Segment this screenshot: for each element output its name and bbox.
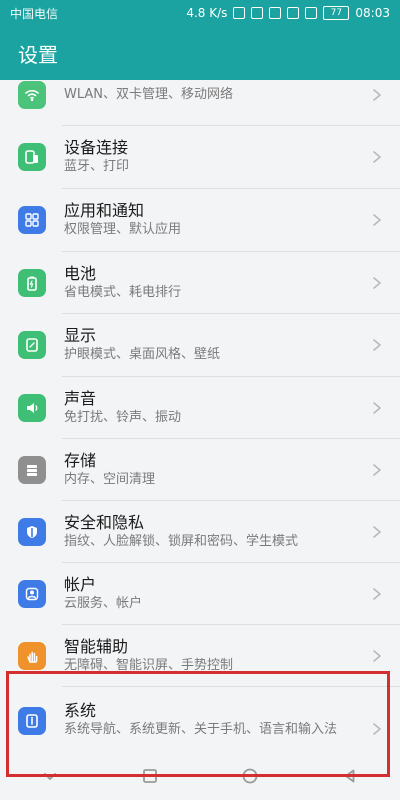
settings-item-battery[interactable]: 电池 省电模式、耗电排行	[0, 252, 400, 314]
battery-icon	[18, 269, 46, 297]
settings-item-subtitle: 免打扰、铃声、振动	[64, 410, 182, 425]
device-connection-icon	[18, 143, 46, 171]
settings-item-subtitle: 云服务、帐户	[64, 596, 143, 611]
signal-icon	[305, 7, 318, 19]
settings-item-accessibility[interactable]: 智能辅助 无障碍、智能识屏、手势控制	[0, 625, 400, 687]
status-time: 08:03	[355, 6, 390, 20]
settings-item-subtitle: 护眼模式、桌面风格、壁纸	[64, 347, 221, 362]
settings-item-title: 声音	[64, 389, 97, 408]
chevron-right-icon	[373, 723, 381, 735]
settings-item-account[interactable]: 帐户 云服务、帐户	[0, 563, 400, 625]
chevron-right-icon	[373, 588, 381, 600]
alarm-icon	[233, 7, 246, 19]
chevron-right-icon	[373, 402, 381, 414]
settings-item-subtitle: 内存、空间清理	[64, 472, 156, 487]
chevron-right-icon	[373, 464, 381, 476]
settings-title-bar: 设置	[0, 26, 400, 80]
triangle-back-icon	[345, 769, 355, 783]
settings-item-subtitle: 无障碍、智能识屏、手势控制	[64, 658, 234, 673]
settings-list[interactable]: WLAN、双卡管理、移动网络 设备连接 蓝牙、打印 应用和通知 权限管理、默认应…	[0, 80, 400, 800]
chevron-right-icon	[373, 89, 381, 101]
chevron-down-icon[interactable]	[39, 765, 61, 787]
settings-item-subtitle: 蓝牙、打印	[64, 159, 130, 174]
settings-item-title: 安全和隐私	[64, 513, 145, 532]
settings-item-title: 系统	[64, 701, 97, 720]
settings-item-device-connection[interactable]: 设备连接 蓝牙、打印	[0, 126, 400, 188]
circle-icon	[242, 768, 258, 784]
settings-item-title: 电池	[64, 264, 97, 283]
hd-icon	[251, 7, 264, 19]
home-button[interactable]	[239, 765, 261, 787]
square-icon	[143, 769, 157, 783]
account-icon	[18, 580, 46, 608]
storage-icon	[18, 456, 46, 484]
settings-item-security-privacy[interactable]: 安全和隐私 指纹、人脸解锁、锁屏和密码、学生模式	[0, 501, 400, 563]
page-title: 设置	[18, 42, 58, 67]
chevron-right-icon	[373, 151, 381, 163]
wifi-status-icon	[287, 7, 300, 19]
settings-item-title: 智能辅助	[64, 637, 129, 656]
settings-item-title: 设备连接	[64, 138, 129, 157]
hand-icon	[18, 642, 46, 670]
carrier-name: 中国电信	[10, 6, 59, 21]
settings-item-subtitle: 系统导航、系统更新、关于手机、语言和输入法	[64, 722, 338, 737]
settings-item-apps-notifications[interactable]: 应用和通知 权限管理、默认应用	[0, 189, 400, 251]
settings-item-display[interactable]: 显示 护眼模式、桌面风格、壁纸	[0, 314, 400, 376]
chevron-right-icon	[373, 214, 381, 226]
settings-item-sound[interactable]: 声音 免打扰、铃声、振动	[0, 377, 400, 439]
back-button[interactable]	[339, 765, 361, 787]
eye-icon	[269, 7, 282, 19]
sound-icon	[18, 394, 46, 422]
wifi-icon	[18, 81, 46, 109]
battery-level: 77	[330, 8, 343, 18]
settings-item-title: 帐户	[64, 575, 97, 594]
chevron-right-icon	[373, 277, 381, 289]
battery-indicator: 77	[323, 6, 350, 20]
navigation-bar	[0, 752, 400, 800]
apps-icon	[18, 206, 46, 234]
chevron-right-icon	[373, 526, 381, 538]
chevron-right-icon	[373, 650, 381, 662]
display-icon	[18, 331, 46, 359]
status-bar: 中国电信 4.8 K/s 77 08:03	[0, 0, 400, 26]
settings-item-subtitle: 省电模式、耗电排行	[64, 285, 182, 300]
settings-item-title: 应用和通知	[64, 201, 145, 220]
recent-apps-button[interactable]	[139, 765, 161, 787]
settings-item-title: 存储	[64, 451, 97, 470]
settings-item-wlan[interactable]: WLAN、双卡管理、移动网络	[0, 80, 400, 126]
settings-item-title: 显示	[64, 326, 97, 345]
settings-item-subtitle: 指纹、人脸解锁、锁屏和密码、学生模式	[64, 534, 299, 549]
network-speed: 4.8 K/s	[186, 6, 228, 20]
settings-item-storage[interactable]: 存储 内存、空间清理	[0, 439, 400, 501]
settings-item-subtitle: 权限管理、默认应用	[64, 222, 182, 237]
info-icon	[18, 707, 46, 735]
settings-item-subtitle: WLAN、双卡管理、移动网络	[64, 87, 234, 102]
security-icon	[18, 518, 46, 546]
chevron-right-icon	[373, 339, 381, 351]
